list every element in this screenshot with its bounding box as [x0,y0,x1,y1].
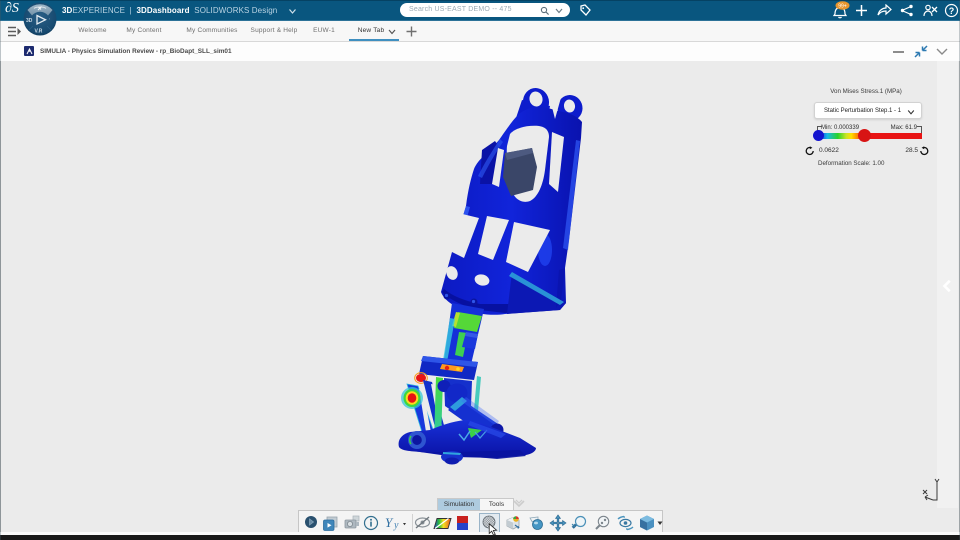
svg-text:V.R: V.R [35,29,43,35]
svg-text:ʹ: ʹ [49,17,50,24]
svg-text:?: ? [949,6,955,16]
svg-text:y: y [393,520,399,531]
svg-text:99+: 99+ [838,4,847,10]
svg-text:3D: 3D [26,18,33,24]
svg-text:Y: Y [385,515,394,530]
